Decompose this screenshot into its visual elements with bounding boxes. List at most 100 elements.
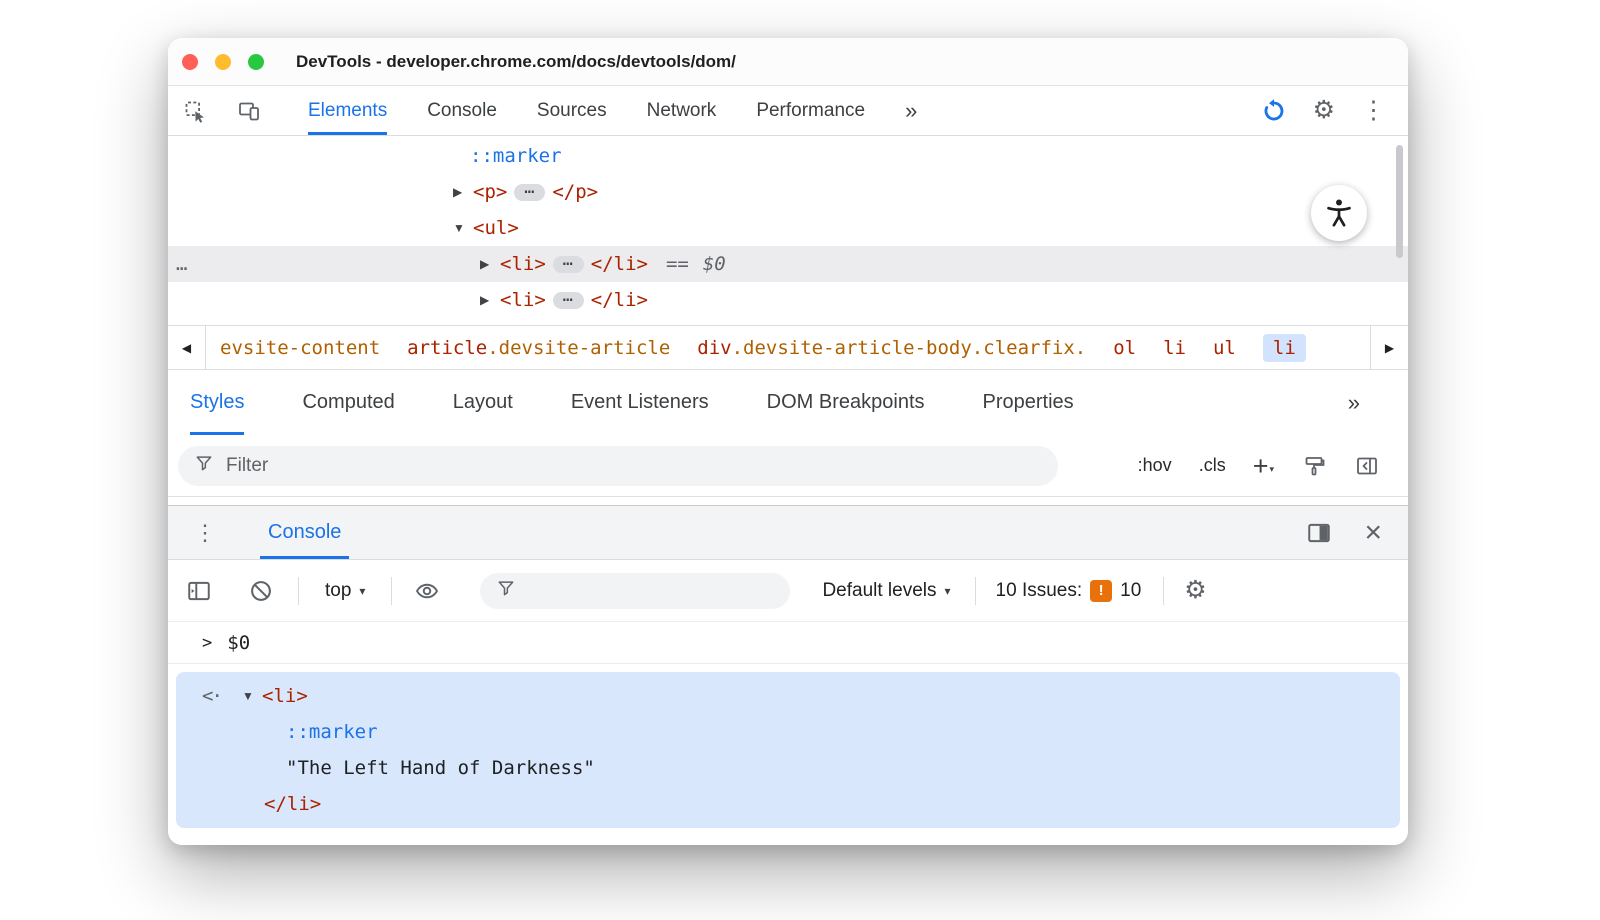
tree-row-p[interactable]: ▶ <p> … </p> [168, 174, 1408, 210]
device-toolbar-icon[interactable] [236, 98, 262, 124]
tab-sources[interactable]: Sources [537, 86, 607, 135]
default-levels-dropdown[interactable]: Default levels ▾ [822, 580, 950, 602]
inline-expand-icon[interactable]: … [552, 250, 584, 273]
output-marker-icon: <· [202, 685, 223, 707]
settings-gear-icon[interactable]: ⚙ [1313, 98, 1335, 123]
console-filter-field[interactable] [480, 572, 791, 609]
breadcrumb-class-label: evsite-content [220, 336, 381, 359]
breadcrumb-tag-label: article [407, 336, 488, 359]
context-label: top [325, 579, 352, 601]
close-window-button[interactable] [182, 53, 198, 70]
disclosure-collapsed-icon[interactable]: ▶ [480, 293, 500, 307]
toggle-sidebar-icon[interactable] [1354, 453, 1380, 479]
tab-drawer-console[interactable]: Console [260, 506, 350, 559]
console-toolbar: top ▾ Default levels ▾ 10 Issues: ! 10 ⚙ [168, 560, 1408, 622]
toggle-element-state-button[interactable]: :hov [1138, 455, 1172, 476]
breadcrumb-tag-label: li [1163, 336, 1186, 359]
toolbar-divider [1163, 576, 1165, 605]
tab-network[interactable]: Network [647, 86, 717, 135]
minimize-window-button[interactable] [215, 53, 231, 70]
breadcrumb-item-article[interactable]: article.devsite-article [407, 334, 670, 362]
more-sidebar-tabs-icon[interactable]: » [1348, 370, 1408, 435]
breadcrumb-item-div[interactable]: div.devsite-article-body.clearfix. [697, 334, 1086, 362]
javascript-context-dropdown[interactable]: top ▾ [325, 580, 365, 602]
console-settings-gear-icon[interactable]: ⚙ [1184, 578, 1206, 603]
close-drawer-icon[interactable]: × [1364, 517, 1382, 548]
breadcrumb-item-devsite-content[interactable]: evsite-content [220, 334, 380, 362]
tree-row-marker-pseudo[interactable]: ::marker [168, 138, 1408, 174]
split-panel-icon[interactable] [1306, 520, 1332, 546]
command-text: $0 [227, 631, 251, 654]
vertical-scrollbar[interactable] [1396, 145, 1403, 258]
disclosure-collapsed-icon[interactable]: ▶ [453, 185, 473, 199]
tab-dom-breakpoints[interactable]: DOM Breakpoints [767, 370, 925, 435]
marker-pseudo-label: ::marker [470, 145, 562, 167]
kebab-menu-icon[interactable]: ⋮ [1361, 98, 1386, 123]
paint-format-icon[interactable] [1301, 453, 1327, 479]
row-overflow-ellipsis-icon[interactable]: … [176, 253, 187, 275]
window-title: DevTools - developer.chrome.com/docs/dev… [296, 51, 736, 71]
command-chevron-icon: > [202, 632, 213, 653]
console-drawer-header: ⋮ Console × [168, 505, 1408, 560]
tab-console-label: Console [427, 99, 497, 121]
console-command-row[interactable]: > $0 [168, 622, 1408, 664]
breadcrumb-item-li[interactable]: li [1163, 334, 1186, 362]
issues-counter[interactable]: 10 Issues: ! 10 [995, 579, 1141, 602]
tab-styles[interactable]: Styles [190, 370, 245, 435]
console-result-block[interactable]: <· ▼ <li> ::marker "The Left Hand of Dar… [176, 672, 1400, 828]
dollar-zero-label: $0 [702, 253, 726, 275]
result-line-marker[interactable]: ::marker [176, 714, 1400, 750]
tab-layout[interactable]: Layout [453, 370, 513, 435]
tree-row-li-selected[interactable]: … ▶ <li> … </li> == $0 [168, 246, 1408, 282]
result-line-li-open[interactable]: <· ▼ <li> [176, 678, 1400, 714]
drawer-kebab-menu-icon[interactable]: ⋮ [168, 506, 216, 559]
sync-icon[interactable] [1261, 98, 1287, 124]
equals-sign: == [665, 253, 689, 275]
elements-tree-panel: ::marker ▶ <p> … </p> ▼ <ul> … ▶ <li> … … [168, 136, 1408, 325]
tab-computed-label: Computed [302, 391, 395, 413]
tab-layout-label: Layout [452, 391, 513, 413]
breadcrumb-tag-label: li [1272, 336, 1296, 359]
clear-console-icon[interactable] [248, 578, 274, 604]
breadcrumb-item-ol[interactable]: ol [1113, 334, 1136, 362]
more-panels-icon[interactable]: » [905, 86, 917, 135]
tab-elements[interactable]: Elements [308, 86, 388, 135]
tab-elements-label: Elements [308, 99, 388, 121]
tab-event-listeners[interactable]: Event Listeners [571, 370, 709, 435]
result-line-li-close[interactable]: </li> [176, 786, 1400, 822]
live-expression-eye-icon[interactable] [414, 578, 440, 604]
inline-expand-icon[interactable]: … [552, 286, 584, 309]
element-classes-button[interactable]: .cls [1199, 455, 1226, 476]
result-li-close-tag: </li> [264, 793, 322, 815]
accessibility-cursor-icon [1311, 185, 1367, 241]
breadcrumb-forward-icon[interactable]: ▶ [1370, 326, 1408, 369]
styles-filter-input[interactable] [226, 454, 1042, 477]
breadcrumb-item-ul[interactable]: ul [1213, 334, 1236, 362]
tab-performance[interactable]: Performance [756, 86, 865, 135]
inline-expand-icon[interactable]: … [514, 178, 546, 201]
breadcrumb-tag-label: ol [1113, 336, 1137, 359]
result-line-text[interactable]: "The Left Hand of Darkness" [176, 750, 1400, 786]
console-sidebar-icon[interactable] [186, 578, 212, 604]
styles-filter-field[interactable] [178, 445, 1058, 486]
tab-computed[interactable]: Computed [302, 370, 394, 435]
disclosure-expanded-icon[interactable]: ▼ [242, 689, 262, 703]
styles-filter-toolbar: :hov .cls + ▾ [168, 435, 1408, 497]
console-filter-input[interactable] [528, 579, 775, 602]
disclosure-expanded-icon[interactable]: ▼ [453, 221, 473, 235]
issues-label: 10 Issues: [995, 579, 1083, 601]
tree-row-li[interactable]: ▶ <li> … </li> [168, 282, 1408, 318]
tree-row-ul[interactable]: ▼ <ul> [168, 210, 1408, 246]
disclosure-collapsed-icon[interactable]: ▶ [480, 257, 500, 271]
breadcrumb-item-li-selected[interactable]: li [1262, 333, 1306, 362]
breadcrumb-back-icon[interactable]: ◀ [168, 326, 206, 369]
new-style-rule-button[interactable]: + ▾ [1253, 452, 1274, 479]
tab-properties[interactable]: Properties [983, 370, 1074, 435]
filter-funnel-icon [496, 578, 516, 604]
traffic-lights [182, 53, 264, 70]
zoom-window-button[interactable] [248, 53, 264, 70]
tab-console[interactable]: Console [427, 86, 497, 135]
result-li-open-tag: <li> [262, 685, 308, 707]
inspect-element-icon[interactable] [182, 98, 208, 124]
tab-sources-label: Sources [536, 99, 607, 121]
